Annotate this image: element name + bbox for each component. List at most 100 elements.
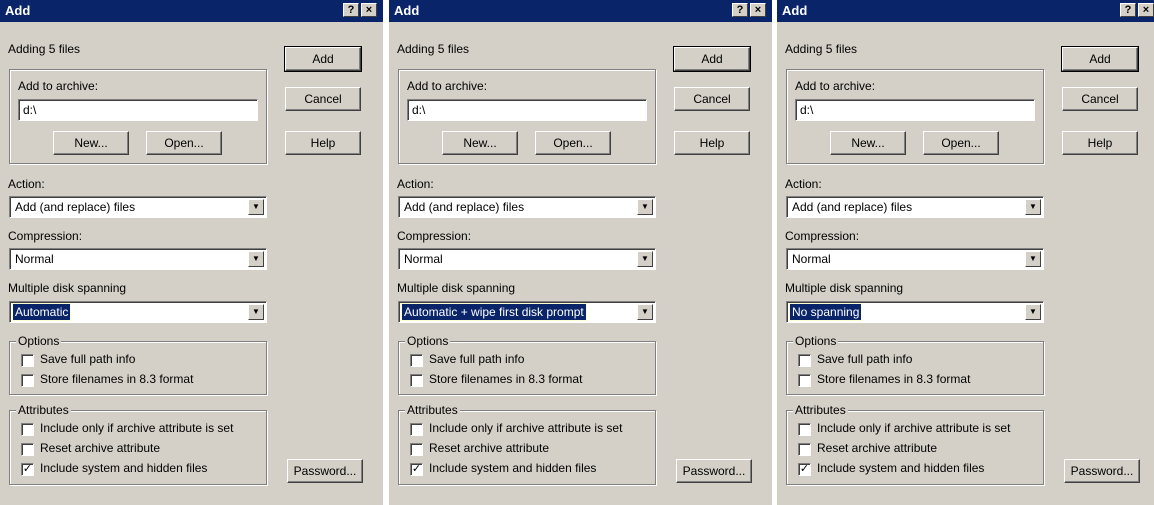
help-title-button[interactable]: ? xyxy=(1120,3,1136,17)
title-bar[interactable]: Add ? × xyxy=(0,0,383,22)
compression-label: Compression: xyxy=(8,229,83,243)
chevron-down-icon[interactable]: ▼ xyxy=(1025,199,1041,215)
add-to-archive-group: Add to archive: d:\ New... Open... xyxy=(398,69,656,164)
action-select[interactable]: Add (and replace) files ▼ xyxy=(398,196,656,218)
save-full-path-label: Save full path info xyxy=(40,352,136,366)
new-button[interactable]: New... xyxy=(53,131,129,155)
open-button[interactable]: Open... xyxy=(146,131,222,155)
action-label: Action: xyxy=(8,177,45,191)
chevron-down-icon[interactable]: ▼ xyxy=(248,199,264,215)
open-button[interactable]: Open... xyxy=(923,131,999,155)
help-button[interactable]: Help xyxy=(674,131,750,155)
reset-archive-checkbox[interactable] xyxy=(21,443,34,456)
attributes-group-title: Attributes xyxy=(16,403,71,417)
chevron-down-icon[interactable]: ▼ xyxy=(1025,251,1041,267)
compression-label: Compression: xyxy=(785,229,860,243)
spanning-select[interactable]: Automatic ▼ xyxy=(9,301,267,323)
save-full-path-checkbox[interactable] xyxy=(21,354,34,367)
cancel-button[interactable]: Cancel xyxy=(285,87,361,111)
open-button[interactable]: Open... xyxy=(535,131,611,155)
store-83-checkbox[interactable] xyxy=(410,374,423,387)
system-hidden-checkbox[interactable]: ✓ xyxy=(21,463,34,476)
window-title: Add xyxy=(5,3,31,18)
add-button[interactable]: Add xyxy=(1061,46,1139,72)
attributes-group: Attributes Include only if archive attri… xyxy=(9,403,267,485)
chevron-down-icon[interactable]: ▼ xyxy=(637,199,653,215)
compression-value: Normal xyxy=(404,252,443,266)
reset-archive-label: Reset archive attribute xyxy=(40,441,161,455)
action-value: Add (and replace) files xyxy=(15,200,136,214)
window-title: Add xyxy=(394,3,420,18)
chevron-down-icon[interactable]: ▼ xyxy=(1025,304,1041,320)
help-title-button[interactable]: ? xyxy=(732,3,748,17)
chevron-down-icon[interactable]: ▼ xyxy=(248,251,264,267)
spanning-label: Multiple disk spanning xyxy=(397,281,516,295)
new-button[interactable]: New... xyxy=(830,131,906,155)
new-button[interactable]: New... xyxy=(442,131,518,155)
options-group-title: Options xyxy=(16,334,62,348)
chevron-down-icon[interactable]: ▼ xyxy=(248,304,264,320)
options-group: Options Save full path info Store filena… xyxy=(786,334,1044,395)
title-bar[interactable]: Add ? × xyxy=(777,0,1154,22)
spanning-select[interactable]: Automatic + wipe first disk prompt ▼ xyxy=(398,301,656,323)
action-label: Action: xyxy=(785,177,822,191)
system-hidden-checkbox[interactable]: ✓ xyxy=(410,463,423,476)
adding-files-text: Adding 5 files xyxy=(8,42,81,56)
system-hidden-label: Include system and hidden files xyxy=(429,461,597,475)
save-full-path-checkbox[interactable] xyxy=(410,354,423,367)
close-icon[interactable]: × xyxy=(750,3,766,17)
add-dialog-3: Add ? × Adding 5 files Add to archive: d… xyxy=(777,0,1154,505)
password-button[interactable]: Password... xyxy=(676,459,752,483)
cancel-button[interactable]: Cancel xyxy=(674,87,750,111)
options-group: Options Save full path info Store filena… xyxy=(9,334,267,395)
action-select[interactable]: Add (and replace) files ▼ xyxy=(9,196,267,218)
archive-attribute-checkbox[interactable] xyxy=(21,423,34,436)
close-icon[interactable]: × xyxy=(1138,3,1154,17)
help-button[interactable]: Help xyxy=(1062,131,1138,155)
spanning-value: Automatic xyxy=(11,303,72,321)
add-to-archive-group: Add to archive: d:\ New... Open... xyxy=(9,69,267,164)
compression-value: Normal xyxy=(792,252,831,266)
compression-select[interactable]: Normal ▼ xyxy=(786,248,1044,270)
store-83-label: Store filenames in 8.3 format xyxy=(40,372,194,386)
compression-label: Compression: xyxy=(397,229,472,243)
system-hidden-checkbox[interactable]: ✓ xyxy=(798,463,811,476)
adding-files-text: Adding 5 files xyxy=(397,42,470,56)
store-83-label: Store filenames in 8.3 format xyxy=(429,372,583,386)
reset-archive-label: Reset archive attribute xyxy=(817,441,938,455)
spanning-select[interactable]: No spanning ▼ xyxy=(786,301,1044,323)
archive-attribute-checkbox[interactable] xyxy=(410,423,423,436)
save-full-path-checkbox[interactable] xyxy=(798,354,811,367)
add-to-archive-group: Add to archive: d:\ New... Open... xyxy=(786,69,1044,164)
archive-path-input[interactable]: d:\ xyxy=(795,99,1035,121)
archive-attribute-checkbox[interactable] xyxy=(798,423,811,436)
close-icon[interactable]: × xyxy=(361,3,377,17)
cancel-button[interactable]: Cancel xyxy=(1062,87,1138,111)
add-dialog-2: Add ? × Adding 5 files Add to archive: d… xyxy=(389,0,772,505)
attributes-group: Attributes Include only if archive attri… xyxy=(398,403,656,485)
chevron-down-icon[interactable]: ▼ xyxy=(637,304,653,320)
password-button[interactable]: Password... xyxy=(287,459,363,483)
add-to-archive-label: Add to archive: xyxy=(795,79,876,93)
archive-path-input[interactable]: d:\ xyxy=(18,99,258,121)
attributes-group-title: Attributes xyxy=(405,403,460,417)
add-button[interactable]: Add xyxy=(673,46,751,72)
add-button[interactable]: Add xyxy=(284,46,362,72)
help-button[interactable]: Help xyxy=(285,131,361,155)
compression-select[interactable]: Normal ▼ xyxy=(398,248,656,270)
password-button[interactable]: Password... xyxy=(1064,459,1140,483)
store-83-checkbox[interactable] xyxy=(798,374,811,387)
compression-select[interactable]: Normal ▼ xyxy=(9,248,267,270)
action-select[interactable]: Add (and replace) files ▼ xyxy=(786,196,1044,218)
store-83-checkbox[interactable] xyxy=(21,374,34,387)
title-bar[interactable]: Add ? × xyxy=(389,0,772,22)
reset-archive-checkbox[interactable] xyxy=(410,443,423,456)
reset-archive-checkbox[interactable] xyxy=(798,443,811,456)
help-title-button[interactable]: ? xyxy=(343,3,359,17)
archive-path-input[interactable]: d:\ xyxy=(407,99,647,121)
chevron-down-icon[interactable]: ▼ xyxy=(637,251,653,267)
options-group: Options Save full path info Store filena… xyxy=(398,334,656,395)
options-group-title: Options xyxy=(793,334,839,348)
spanning-value: Automatic + wipe first disk prompt xyxy=(401,303,587,321)
system-hidden-label: Include system and hidden files xyxy=(40,461,208,475)
